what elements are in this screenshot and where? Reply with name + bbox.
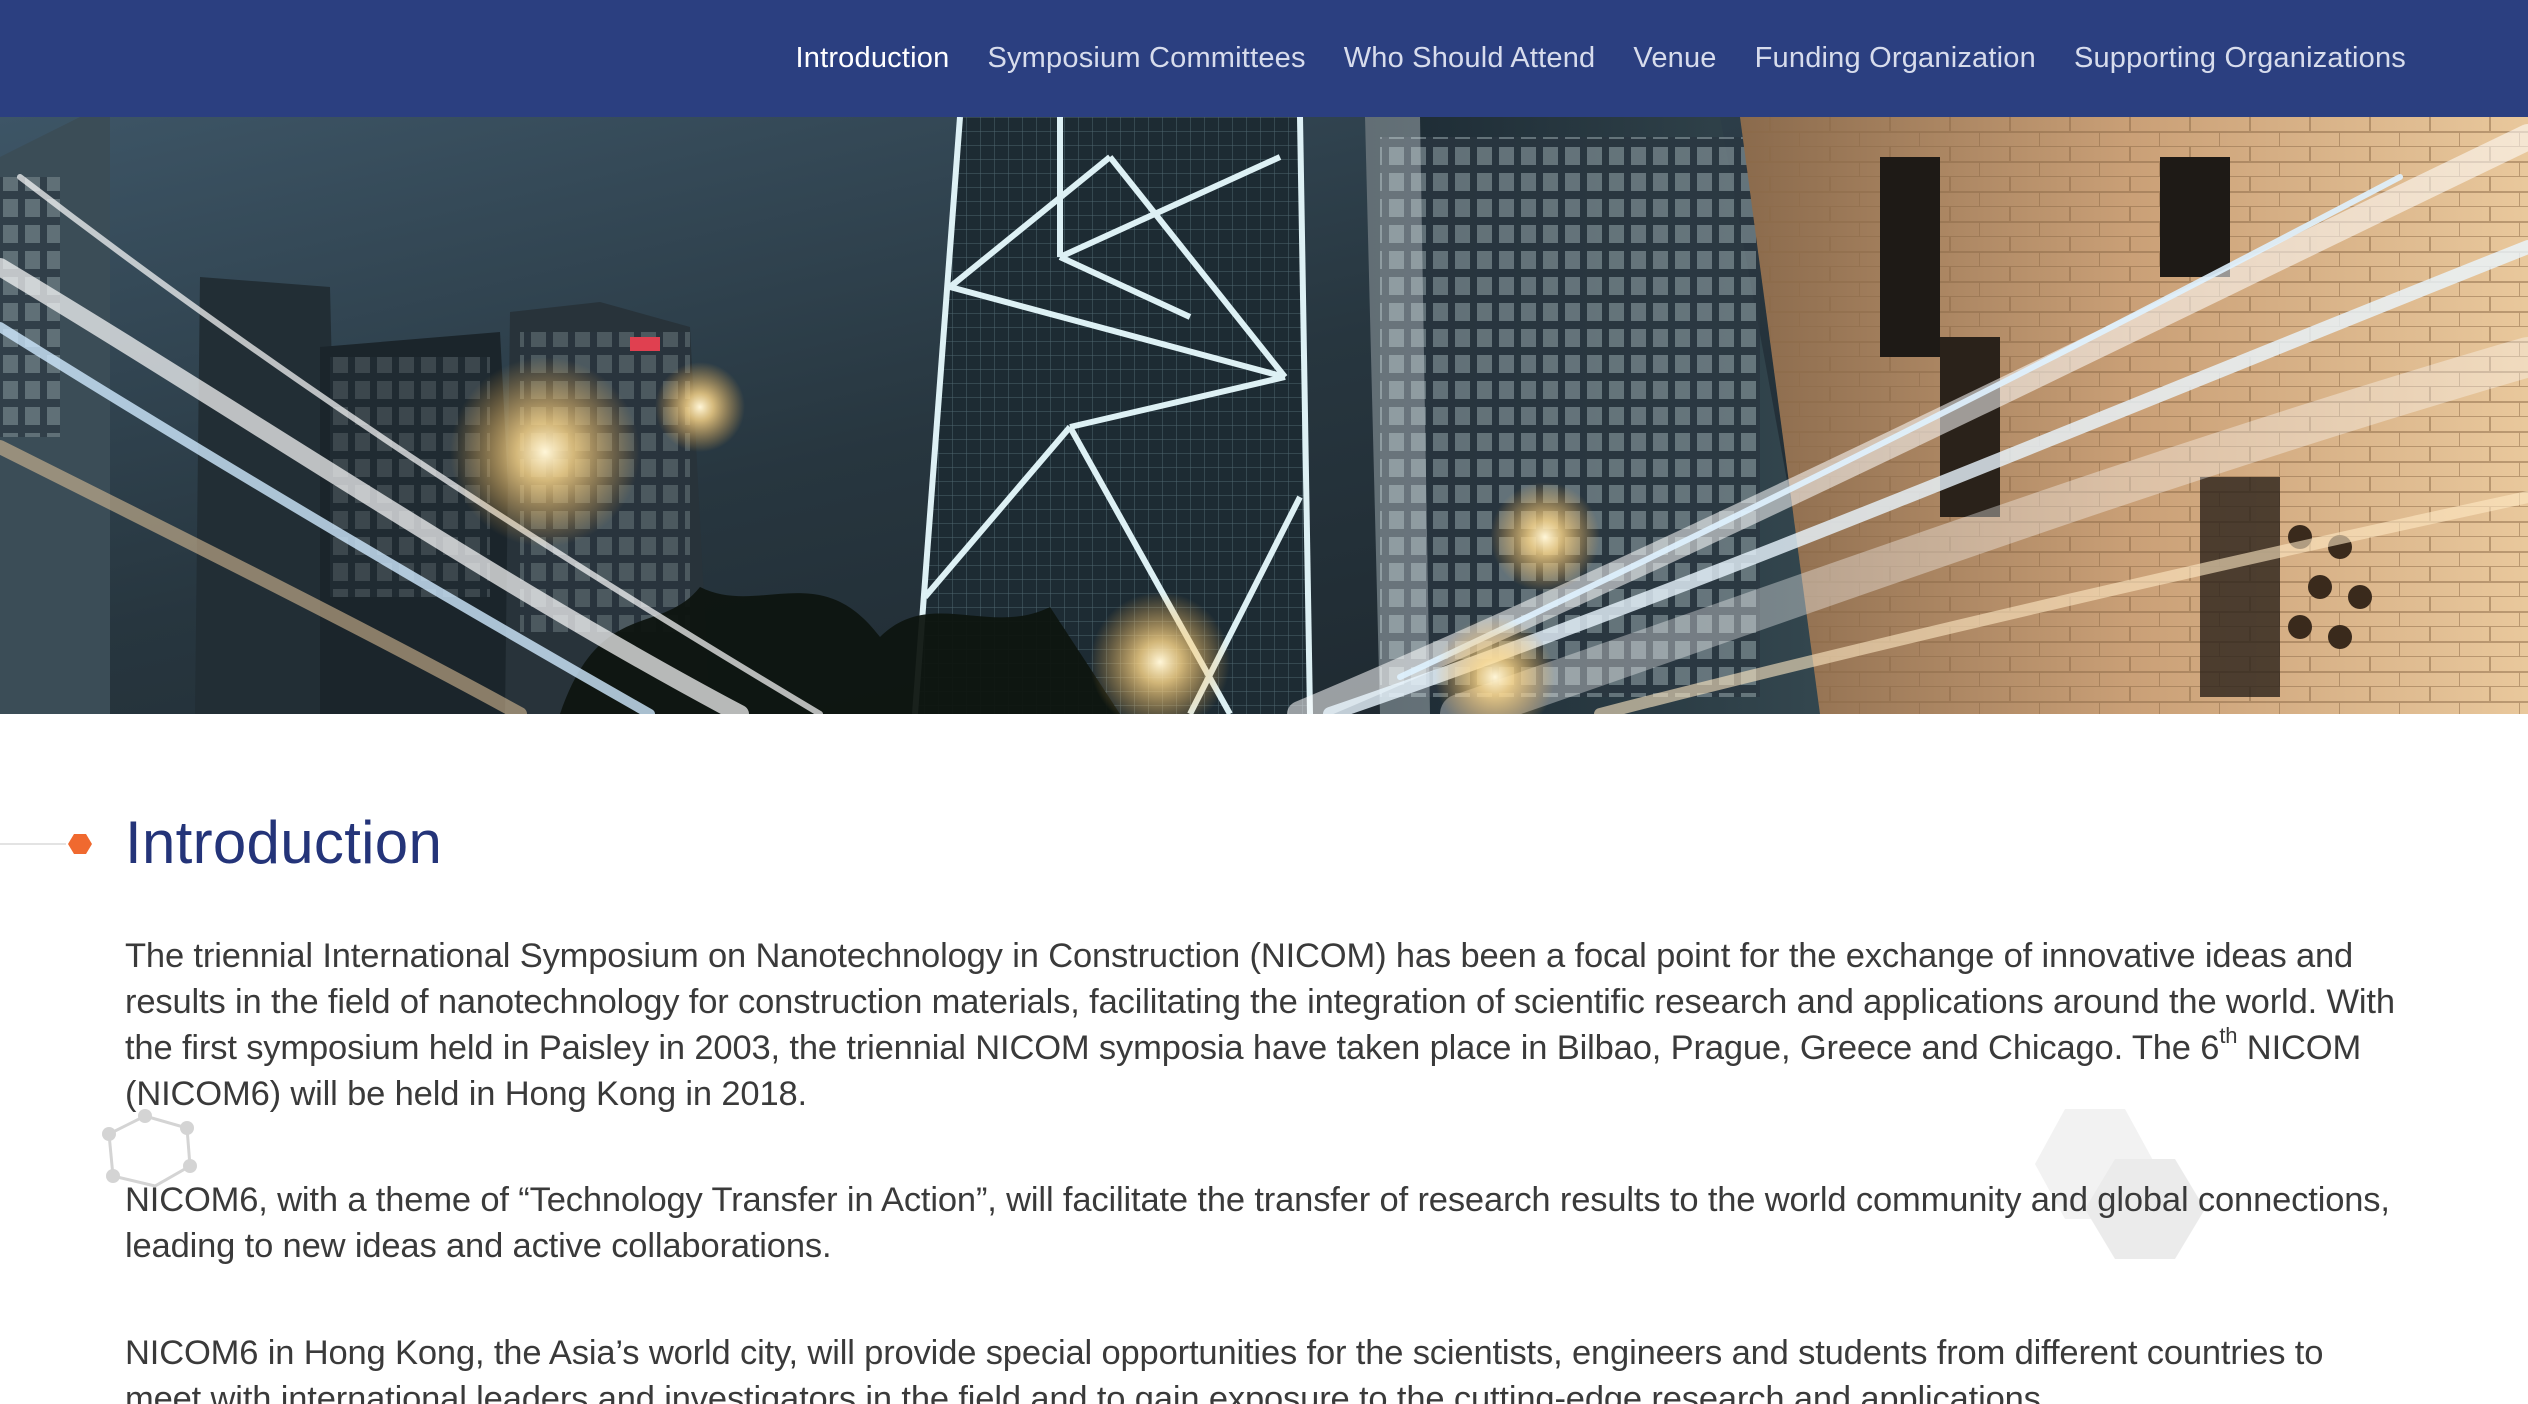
intro-paragraph-2: NICOM6, with a theme of “Technology Tran… [125, 1181, 2390, 1265]
intro-paragraph-1: The triennial International Symposium on… [125, 933, 2405, 1117]
intro-paragraph-3: NICOM6 in Hong Kong, the Asia’s world ci… [125, 1334, 2324, 1404]
hexagon-bullet-icon [68, 834, 92, 854]
top-navbar: Introduction Symposium Committees Who Sh… [0, 0, 2528, 117]
nav-supporting-organizations[interactable]: Supporting Organizations [2074, 42, 2406, 75]
nav-venue[interactable]: Venue [1633, 42, 1716, 75]
p1-superscript: th [2219, 1022, 2238, 1048]
p1-text-before: The triennial International Symposium on… [125, 937, 2395, 1067]
nav-symposium-committees[interactable]: Symposium Committees [987, 42, 1305, 75]
title-divider-line [0, 843, 66, 845]
nav-funding-organization[interactable]: Funding Organization [1755, 42, 2036, 75]
main-content: Introduction The triennial International… [0, 714, 2528, 1404]
main-nav: Introduction Symposium Committees Who Sh… [757, 0, 2406, 117]
hero-city-image [0, 117, 2528, 714]
nav-introduction[interactable]: Introduction [795, 42, 949, 75]
nav-who-should-attend[interactable]: Who Should Attend [1344, 42, 1596, 75]
section-title: Introduction [125, 809, 443, 876]
hero-banner [0, 117, 2528, 714]
